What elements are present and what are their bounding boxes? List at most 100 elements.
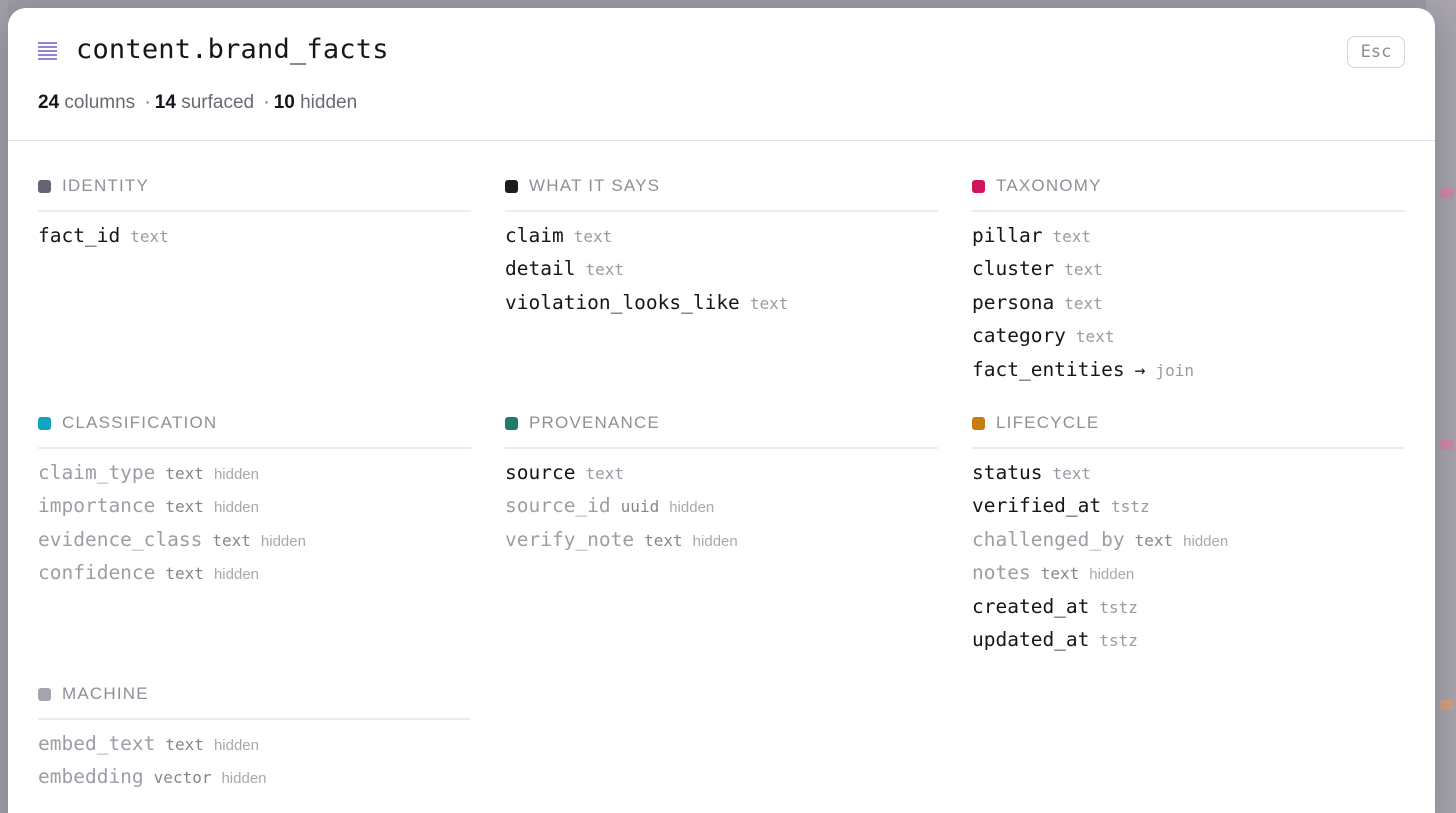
- group-title: IDENTITY: [62, 176, 150, 195]
- column-type: text: [165, 735, 204, 754]
- group-color-swatch: [38, 180, 51, 193]
- column-type: text: [1064, 293, 1103, 313]
- column-list: embed_text text hidden embedding vector hidde…: [38, 720, 471, 799]
- column-row[interactable]: category text: [972, 324, 1405, 357]
- column-type: tstz: [1099, 630, 1138, 650]
- group-color-swatch: [505, 417, 518, 430]
- column-type: vector: [153, 768, 212, 788]
- group-header: CLASSIFICATION: [38, 405, 471, 449]
- column-type: tstz: [1111, 497, 1150, 517]
- column-row[interactable]: claim_type text hidden: [38, 461, 471, 494]
- column-row[interactable]: fact_entities → join: [972, 358, 1405, 391]
- stats-separator: ·: [144, 92, 151, 113]
- join-arrow-icon: →: [1134, 359, 1146, 381]
- column-row[interactable]: persona text: [972, 291, 1405, 324]
- column-name: pillar: [972, 224, 1043, 247]
- group-header: PROVENANCE: [505, 405, 938, 449]
- group-header: WHAT IT SAYS: [505, 168, 938, 212]
- column-type: text: [165, 564, 204, 584]
- column-type: text: [165, 497, 204, 517]
- column-row[interactable]: pillar text: [972, 224, 1405, 257]
- hidden-tag: hidden: [213, 466, 259, 483]
- hidden-tag: hidden: [1089, 566, 1135, 584]
- modal-header: content.brand_facts Esc 24 columns · 14 s…: [8, 8, 1435, 141]
- column-list: status text verified_at tstz challenged_by te…: [972, 449, 1405, 661]
- column-group-what-it-says: WHAT IT SAYS claim text detail text violation…: [505, 168, 938, 324]
- column-name: cluster: [972, 257, 1055, 281]
- group-color-swatch: [38, 417, 51, 430]
- hidden-tag: hidden: [221, 770, 267, 788]
- column-name: claim: [505, 224, 564, 247]
- column-type: text: [585, 260, 624, 280]
- group-title: WHAT IT SAYS: [529, 176, 661, 195]
- group-color-swatch: [505, 180, 518, 193]
- column-group-machine: MACHINE embed_text text hidden embedding vect…: [38, 676, 471, 799]
- column-row[interactable]: importance text hidden: [38, 494, 471, 527]
- column-type: uuid: [620, 497, 660, 517]
- column-type: text: [585, 464, 624, 483]
- column-list: fact_id text: [38, 212, 471, 257]
- hidden-tag: hidden: [692, 532, 738, 550]
- column-row[interactable]: embed_text text hidden: [38, 732, 471, 765]
- column-row[interactable]: status text: [972, 461, 1405, 494]
- column-name: fact_id: [38, 224, 121, 247]
- column-group-provenance: PROVENANCE source text source_id uuid hidden v…: [505, 405, 938, 561]
- column-name: importance: [38, 494, 156, 518]
- column-group-classification: CLASSIFICATION claim_type text hidden import…: [38, 405, 471, 595]
- column-type: text: [749, 293, 789, 313]
- surfaced-label: surfaced: [181, 92, 255, 113]
- column-name: challenged_by: [972, 527, 1125, 551]
- column-row[interactable]: detail text: [505, 257, 938, 290]
- stats-separator: ·: [263, 92, 270, 113]
- hidden-tag: hidden: [213, 499, 259, 517]
- hidden-tag: hidden: [669, 499, 715, 517]
- column-row[interactable]: violation_looks_like text: [505, 291, 938, 324]
- column-row[interactable]: source text: [505, 461, 938, 494]
- column-row[interactable]: evidence_class text hidden: [38, 528, 471, 561]
- column-name: persona: [972, 290, 1055, 314]
- column-stats: 24 columns · 14 surfaced · 10 hidden: [38, 92, 357, 114]
- hidden-count: 10: [273, 92, 295, 113]
- column-row[interactable]: cluster text: [972, 257, 1405, 290]
- column-row[interactable]: challenged_by text hidden: [972, 528, 1405, 561]
- column-row[interactable]: embedding vector hidden: [38, 765, 471, 798]
- column-type: text: [1134, 530, 1174, 550]
- column-name: notes: [972, 561, 1031, 585]
- column-type: text: [1040, 564, 1080, 584]
- hidden-tag: hidden: [213, 566, 259, 584]
- column-name: evidence_class: [38, 527, 203, 551]
- background-app-left: [0, 0, 8, 813]
- column-name: embedding: [38, 765, 144, 789]
- column-name: status: [972, 461, 1043, 484]
- column-row[interactable]: verified_at tstz: [972, 494, 1405, 527]
- column-name: source_id: [505, 494, 611, 518]
- column-list: claim text detail text violation_looks_like t…: [505, 212, 938, 324]
- column-type: text: [1052, 464, 1091, 483]
- column-group-taxonomy: TAXONOMY pillar text cluster text persona text…: [972, 168, 1405, 391]
- column-row[interactable]: created_at tstz: [972, 595, 1405, 628]
- group-title: TAXONOMY: [996, 176, 1102, 195]
- column-row[interactable]: confidence text hidden: [38, 561, 471, 594]
- column-row[interactable]: claim text: [505, 224, 938, 257]
- column-list: claim_type text hidden importance text hidden…: [38, 449, 471, 595]
- column-row[interactable]: updated_at tstz: [972, 628, 1405, 661]
- close-button[interactable]: Esc: [1347, 36, 1405, 68]
- column-type: tstz: [1099, 597, 1138, 617]
- column-name: embed_text: [38, 732, 156, 755]
- hidden-tag: hidden: [1183, 532, 1229, 550]
- group-color-swatch: [972, 417, 985, 430]
- column-name: category: [972, 324, 1066, 348]
- column-type: text: [165, 464, 204, 483]
- hidden-label: hidden: [300, 92, 358, 113]
- column-row[interactable]: source_id uuid hidden: [505, 494, 938, 527]
- surfaced-count: 14: [154, 92, 176, 113]
- column-row[interactable]: fact_id text: [38, 224, 471, 257]
- column-list: source text source_id uuid hidden verify_note…: [505, 449, 938, 561]
- group-header: MACHINE: [38, 676, 471, 720]
- group-color-swatch: [38, 688, 51, 701]
- background-mark: [1440, 700, 1454, 710]
- column-type: text: [1075, 327, 1115, 347]
- column-type: text: [1064, 260, 1103, 280]
- column-row[interactable]: verify_note text hidden: [505, 528, 938, 561]
- column-row[interactable]: notes text hidden: [972, 561, 1405, 594]
